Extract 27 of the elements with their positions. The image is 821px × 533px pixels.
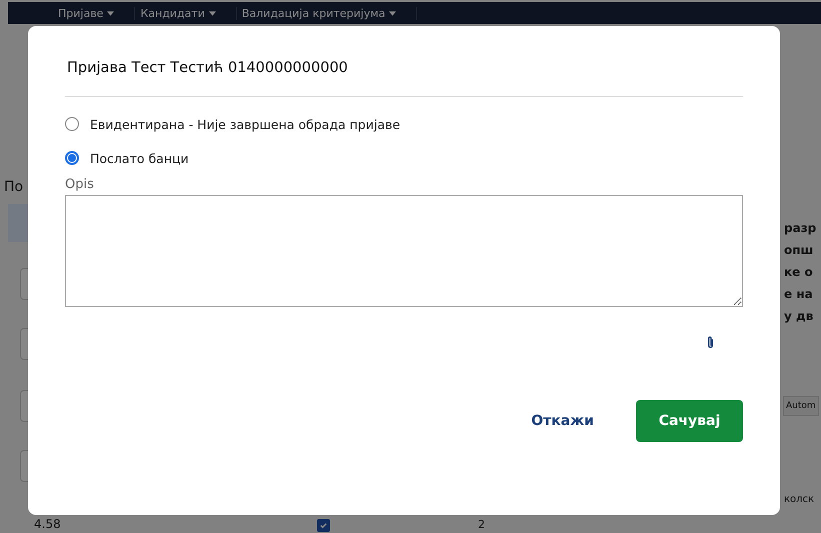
caret-icon	[389, 10, 396, 16]
nav-menu-item[interactable]: Пријаве	[58, 6, 136, 20]
paragraph-text: е на	[784, 286, 814, 303]
save-button[interactable]: Сачувај	[636, 400, 743, 442]
paragraph-text: у дв	[784, 308, 814, 325]
radio-button[interactable]	[65, 117, 79, 131]
radio-label: Послато банци	[90, 150, 189, 166]
table-cell: колск	[784, 494, 814, 505]
caret-icon	[107, 10, 114, 16]
table-cell: 2	[478, 518, 485, 531]
paperclip-icon[interactable]	[706, 335, 715, 350]
check-icon	[319, 521, 328, 530]
field-label: Opis	[65, 177, 95, 192]
nav-menu-item[interactable]: Валидација критеријума	[236, 6, 418, 20]
paragraph-text: разр	[784, 220, 816, 237]
checkbox[interactable]	[317, 519, 330, 532]
caret-icon	[208, 10, 216, 16]
radio-label: Евидентирана - Није завршена обрада пријаве	[90, 116, 400, 132]
table-cell: 4.58	[34, 517, 61, 531]
nav-menu-item[interactable]: Кандидати	[135, 6, 237, 20]
description-field[interactable]	[65, 195, 743, 307]
section-heading: По	[4, 179, 24, 195]
dialog-title: Пријава Тест Тестић 0140000000000	[66, 60, 349, 76]
tab[interactable]: Autom	[783, 396, 819, 416]
radio-button[interactable]	[65, 151, 79, 165]
paragraph-text: ке о	[784, 264, 814, 281]
paragraph-text: опш	[784, 242, 814, 259]
